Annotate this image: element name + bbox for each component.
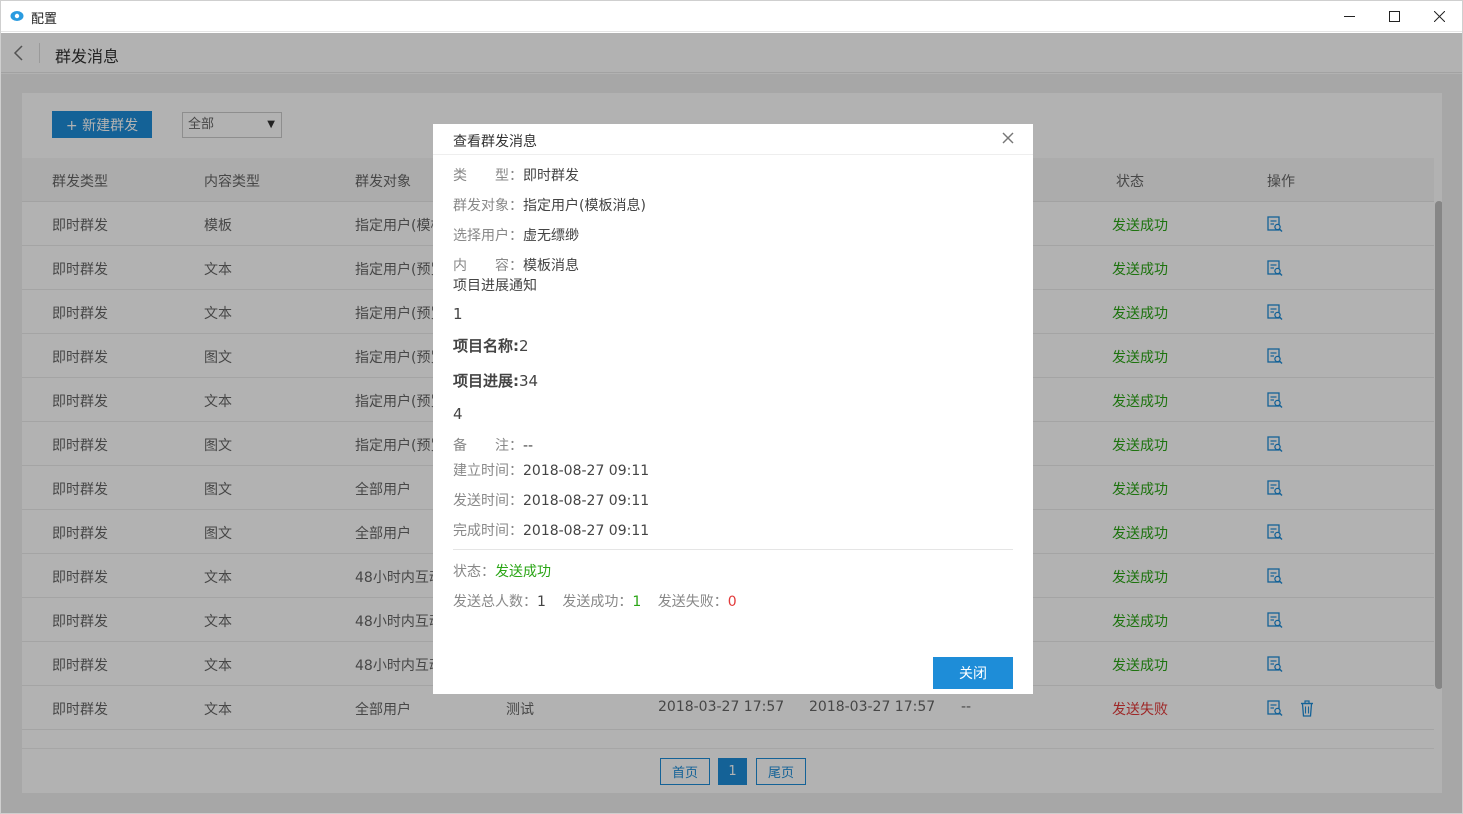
dialog-divider: [453, 549, 1013, 550]
view-broadcast-dialog: 查看群发消息 类 型：即时群发 群发对象：指定用户(模板消息) 选择用户：虚无缥…: [433, 124, 1033, 694]
detail-type: 类 型：即时群发: [453, 168, 579, 184]
detail-counts: 发送总人数：1 发送成功：1 发送失败：0: [453, 594, 737, 610]
window-title: 配置: [31, 12, 58, 27]
app-logo-icon: [10, 11, 24, 21]
close-window-button[interactable]: [1416, 1, 1462, 32]
app-window: 配置 群发消息 + 新建群发 全部 ▼ 群发类型 内容类型 群发对象 状态 操作…: [0, 0, 1463, 814]
detail-content: 内 容：模板消息: [453, 258, 579, 274]
close-dialog-button[interactable]: 关闭: [933, 657, 1013, 689]
maximize-button[interactable]: [1371, 1, 1417, 32]
content-line-project-progress: 项目进展:34: [453, 372, 539, 390]
title-bar: 配置: [1, 1, 1462, 32]
detail-done: 完成时间：2018-08-27 09:11: [453, 523, 650, 539]
detail-user: 选择用户：虚无缥缈: [453, 228, 579, 244]
dialog-title: 查看群发消息: [453, 134, 537, 150]
detail-created: 建立时间：2018-08-27 09:11: [453, 463, 650, 479]
minimize-button[interactable]: [1326, 1, 1372, 32]
detail-remark: 备 注：--: [453, 438, 534, 454]
content-line-project-name: 项目名称:2: [453, 337, 529, 355]
maximize-icon: [1388, 11, 1400, 22]
detail-sent: 发送时间：2018-08-27 09:11: [453, 493, 650, 509]
content-line-remark: 4: [453, 405, 463, 423]
detail-status: 状态：发送成功: [453, 564, 551, 580]
close-icon[interactable]: [1001, 131, 1015, 145]
detail-target: 群发对象：指定用户(模板消息): [453, 198, 646, 214]
content-line-first: 1: [453, 305, 463, 323]
content-line-title: 项目进展通知: [453, 278, 537, 294]
close-icon: [1433, 11, 1445, 22]
minimize-icon: [1343, 16, 1355, 17]
dialog-header: 查看群发消息: [433, 124, 1033, 155]
